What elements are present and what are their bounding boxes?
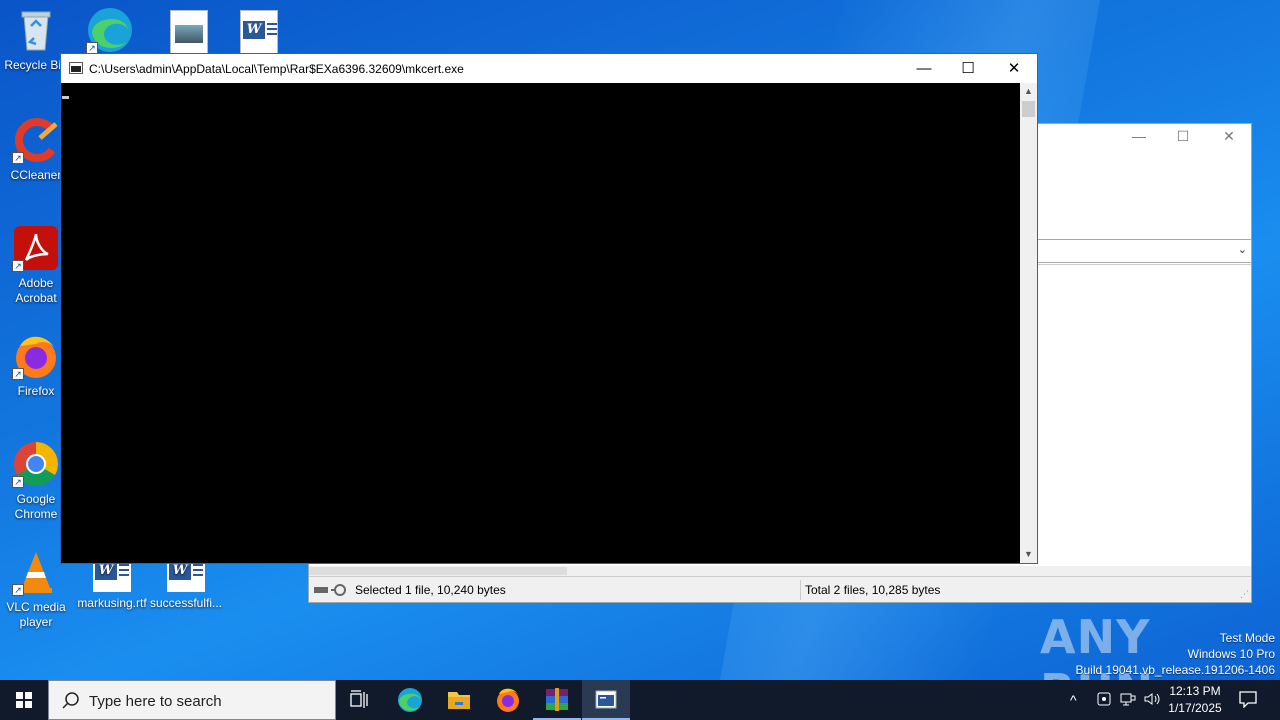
scroll-down-arrow-icon[interactable]: ▼ (1020, 546, 1037, 563)
console-output-area[interactable] (61, 83, 1020, 563)
folder-icon (448, 692, 470, 709)
notifications-icon[interactable] (1238, 690, 1258, 720)
console-close-button[interactable]: ✕ (991, 54, 1037, 83)
show-hidden-icons-chevron-icon[interactable]: ^ (1070, 692, 1077, 720)
taskbar-firefox[interactable] (484, 680, 532, 720)
console-title: C:\Users\admin\AppData\Local\Temp\Rar$EX… (89, 62, 464, 76)
volume-icon[interactable] (1143, 690, 1161, 720)
tray-app-icon[interactable] (1096, 690, 1112, 720)
winrar-maximize-button[interactable]: ☐ (1161, 128, 1205, 145)
desktop-icon-successfulfi[interactable]: W successfulfi... (148, 556, 224, 611)
desktop-icon-image-file[interactable] (170, 10, 208, 54)
acrobat-icon: ↗ (12, 224, 60, 272)
desktop-icon-label: markusing.rtf (77, 596, 147, 610)
task-view-icon (350, 690, 368, 708)
doc-lines-icon (267, 23, 277, 38)
task-view-button[interactable] (336, 680, 384, 720)
clock-time: 12:13 PM (1169, 684, 1221, 698)
console-app-icon[interactable] (69, 62, 83, 74)
taskbar: Type here to search ^ 12:13 PM 1/17/2025 (0, 680, 1280, 720)
console-maximize-button[interactable]: ☐ (945, 54, 991, 83)
drive-icon (313, 584, 349, 596)
clock-date: 1/17/2025 (1168, 701, 1222, 715)
test-mode-label: Test Mode (1219, 631, 1275, 645)
word-icon: W (169, 562, 191, 580)
desktop-icon-edge[interactable]: ↗ (72, 6, 148, 58)
taskbar-winrar[interactable] (533, 680, 581, 720)
test-mode-notice: Test Mode Windows 10 Pro Build 19041.vb_… (1076, 630, 1276, 678)
status-selected-text: Selected 1 file, 10,240 bytes (355, 583, 506, 597)
desktop-icon-word-file[interactable]: W (240, 10, 278, 54)
scrollbar-thumb[interactable] (309, 567, 567, 575)
build-label: Build 19041.vb_release.191206-1406 (1075, 663, 1276, 677)
edge-icon: ↗ (86, 6, 134, 54)
shortcut-arrow-icon: ↗ (12, 476, 24, 488)
desktop-icon-label: Google Chrome (14, 492, 58, 521)
shortcut-arrow-icon: ↗ (12, 260, 24, 272)
image-file-icon (175, 25, 203, 43)
doc-lines-icon (119, 564, 129, 579)
windows-logo-icon (16, 692, 32, 708)
ccleaner-icon: ↗ (12, 116, 60, 164)
taskbar-edge[interactable] (386, 680, 434, 720)
console-icon (595, 690, 617, 709)
firefox-icon: ↗ (12, 332, 60, 380)
winrar-icon (546, 688, 568, 711)
desktop-icon-label: successfulfi... (149, 596, 223, 610)
chevron-down-icon[interactable]: ⌄ (1238, 243, 1247, 256)
resize-grip-icon[interactable]: ⋰ (1240, 589, 1249, 600)
recycle-bin-icon (12, 6, 60, 54)
taskbar-file-explorer[interactable] (435, 680, 483, 720)
edge-icon (398, 688, 422, 712)
desktop-icon-label: Firefox (17, 384, 55, 398)
desktop-icon-markusing-rtf[interactable]: W markusing.rtf (74, 556, 150, 611)
winrar-minimize-button[interactable]: — (1117, 128, 1161, 144)
network-icon[interactable] (1119, 690, 1137, 720)
taskbar-search-box[interactable]: Type here to search (48, 680, 336, 720)
console-minimize-button[interactable]: — (901, 54, 947, 83)
taskbar-clock[interactable]: 12:13 PM 1/17/2025 (1160, 683, 1230, 717)
console-window[interactable]: C:\Users\admin\AppData\Local\Temp\Rar$EX… (60, 53, 1038, 564)
desktop-icon-label: VLC media player (6, 600, 66, 629)
search-icon (61, 691, 81, 711)
desktop-icon-label: CCleaner (10, 168, 62, 182)
desktop-icon-label: Adobe Acrobat (15, 276, 57, 305)
vlc-icon: ↗ (12, 548, 60, 596)
word-icon: W (243, 21, 265, 39)
firefox-icon (497, 688, 519, 712)
shortcut-arrow-icon: ↗ (12, 368, 24, 380)
console-title-bar[interactable]: C:\Users\admin\AppData\Local\Temp\Rar$EX… (61, 54, 1037, 83)
start-button[interactable] (0, 680, 48, 720)
scrollbar-thumb[interactable] (1022, 101, 1035, 117)
search-placeholder: Type here to search (89, 693, 222, 710)
status-total-text: Total 2 files, 10,285 bytes (805, 583, 941, 597)
console-vertical-scrollbar[interactable]: ▲ ▼ (1020, 83, 1037, 563)
winrar-horizontal-scrollbar[interactable] (309, 566, 1251, 576)
status-divider (800, 580, 801, 600)
winrar-status-bar: Selected 1 file, 10,240 bytes Total 2 fi… (309, 576, 1251, 602)
scroll-up-arrow-icon[interactable]: ▲ (1020, 83, 1037, 100)
shortcut-arrow-icon: ↗ (12, 152, 24, 164)
doc-lines-icon (193, 564, 203, 579)
desktop-icon-label: Recycle Bin (4, 58, 68, 72)
shortcut-arrow-icon: ↗ (12, 584, 24, 596)
windows-edition-label: Windows 10 Pro (1187, 647, 1275, 661)
winrar-close-button[interactable]: ✕ (1207, 128, 1251, 145)
chrome-icon: ↗ (12, 440, 60, 488)
word-icon: W (95, 562, 117, 580)
taskbar-console[interactable] (582, 680, 630, 720)
text-cursor (62, 96, 69, 99)
